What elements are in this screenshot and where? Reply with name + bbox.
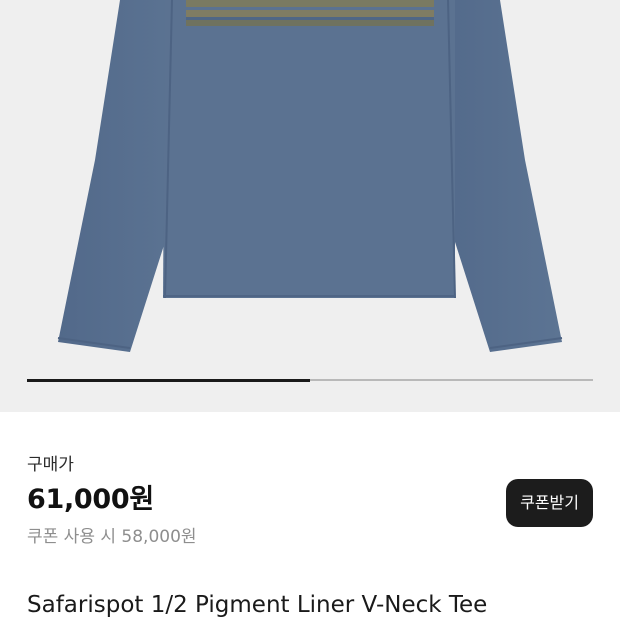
price-label: 구매가	[27, 455, 74, 475]
coupon-price-text: 쿠폰 사용 시 58,000원	[27, 527, 197, 547]
product-image-gallery[interactable]	[0, 0, 620, 412]
product-page: 구매가 61,000원 쿠폰 사용 시 58,000원 쿠폰받기 Safaris…	[0, 0, 620, 620]
product-price: 61,000원	[27, 484, 154, 515]
product-title: Safarispot 1/2 Pigment Liner V-Neck Tee	[27, 592, 488, 618]
product-info-section: 구매가 61,000원 쿠폰 사용 시 58,000원 쿠폰받기 Safaris…	[0, 412, 620, 620]
image-progress-track[interactable]	[27, 378, 593, 382]
get-coupon-button[interactable]: 쿠폰받기	[506, 479, 593, 527]
image-progress-indicator	[27, 378, 310, 382]
product-image	[57, 0, 563, 352]
